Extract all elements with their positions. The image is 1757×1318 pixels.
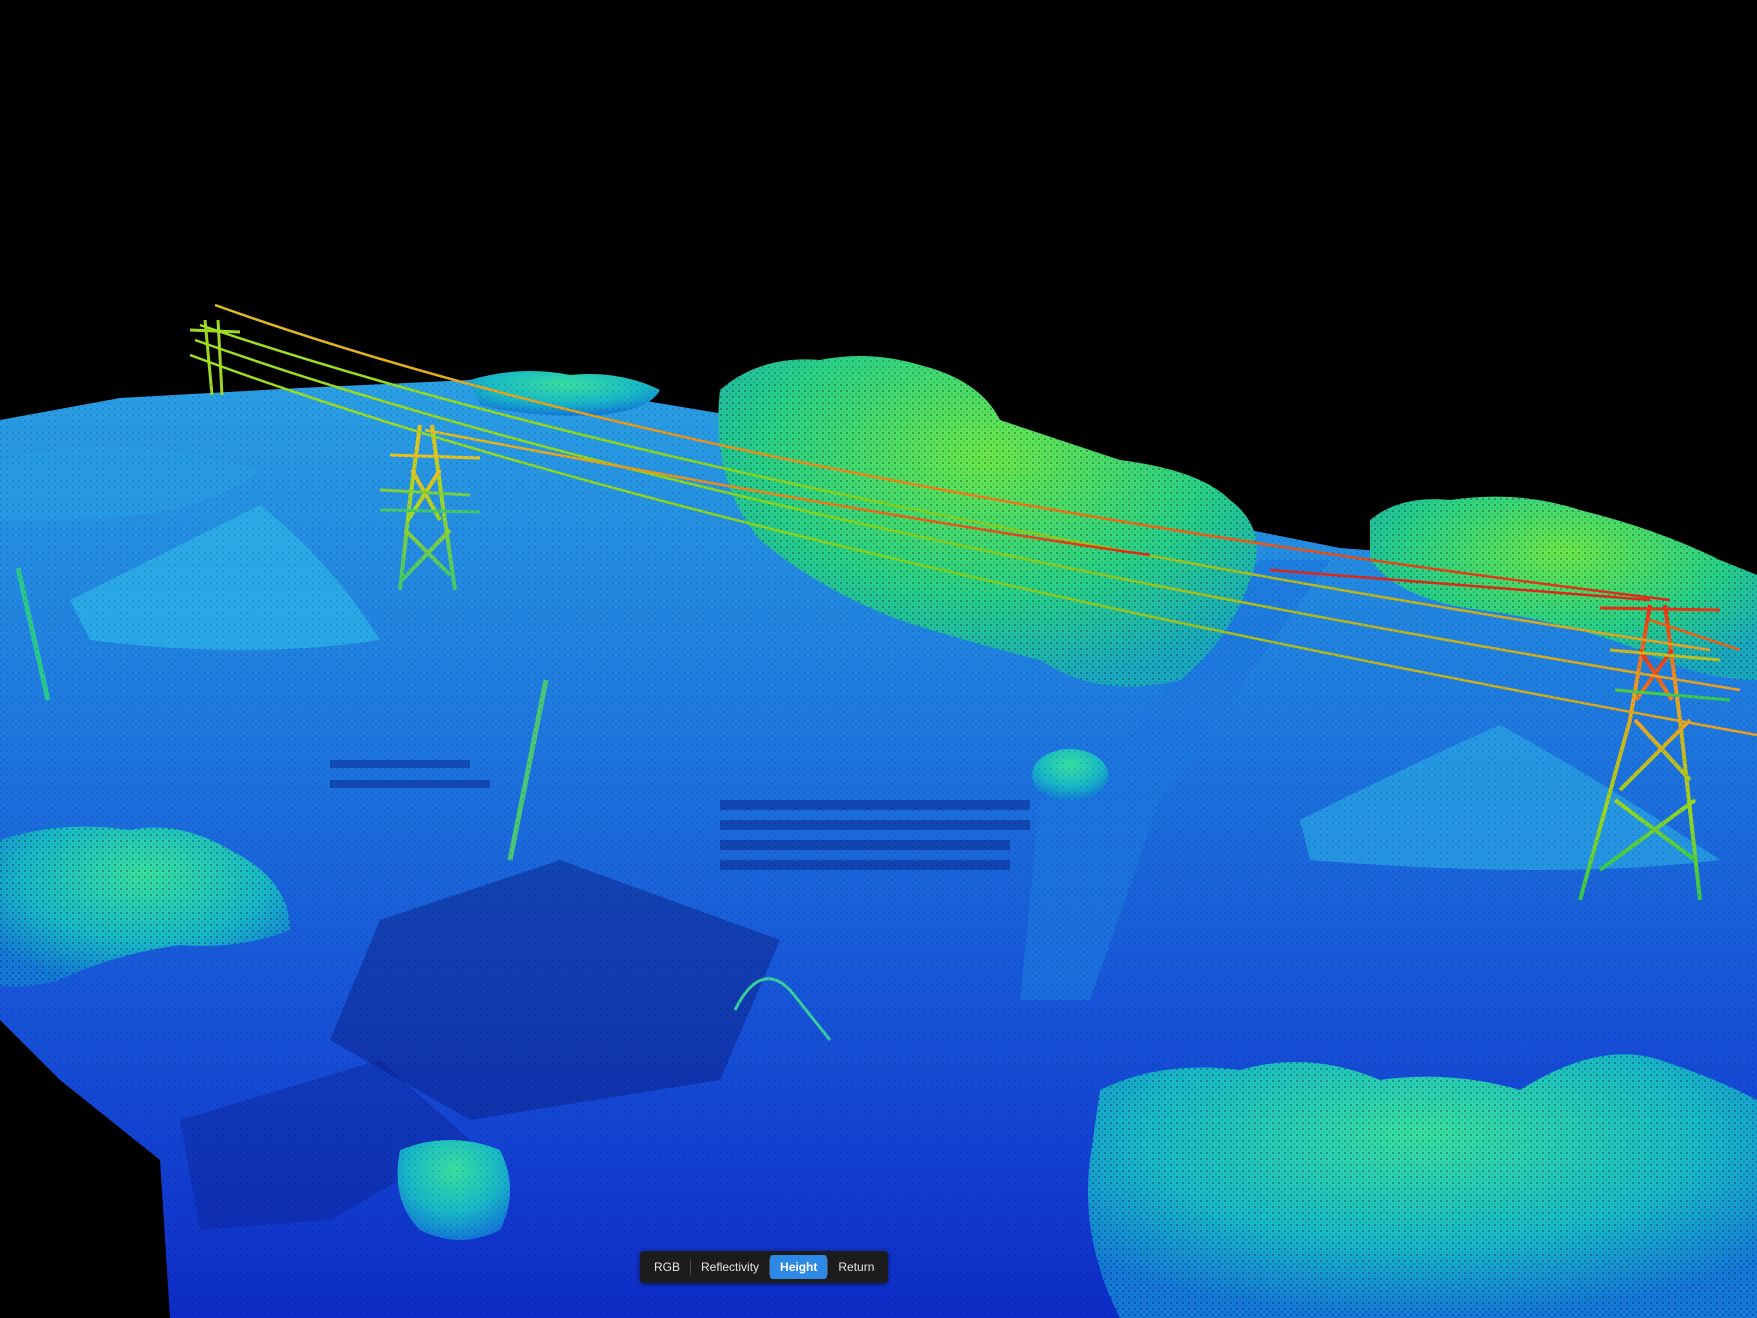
mode-button-height[interactable]: Height xyxy=(770,1255,828,1279)
color-mode-toggle: RGB Reflectivity Height Return xyxy=(640,1251,889,1283)
mode-button-reflectivity[interactable]: Reflectivity xyxy=(691,1255,769,1279)
point-cloud-render xyxy=(0,303,1757,1318)
point-cloud-viewport[interactable] xyxy=(0,0,1757,1318)
mode-button-return[interactable]: Return xyxy=(828,1255,884,1279)
mode-button-rgb[interactable]: RGB xyxy=(644,1255,690,1279)
